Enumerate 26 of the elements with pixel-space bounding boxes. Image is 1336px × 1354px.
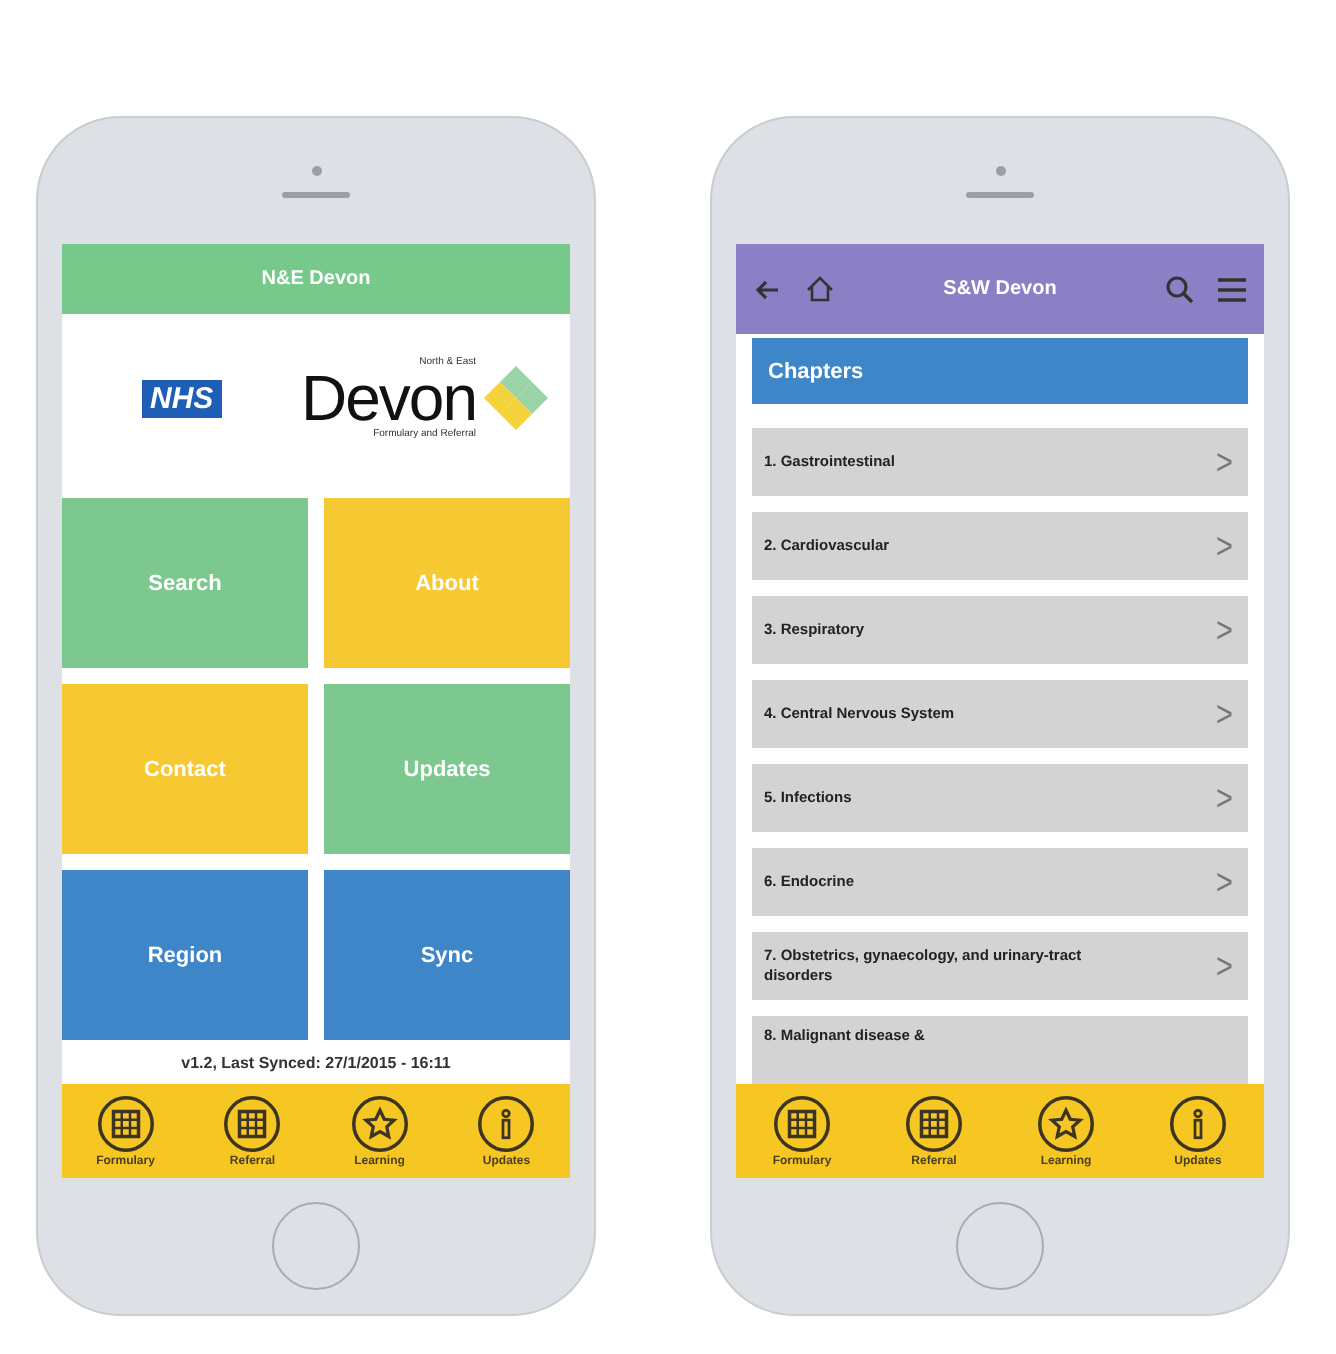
header-title: N&E Devon — [62, 244, 570, 314]
chevron-icon: > — [1217, 777, 1234, 819]
grid-icon — [904, 1094, 964, 1154]
grid-icon — [222, 1094, 283, 1154]
diamond-logo-icon — [482, 364, 550, 432]
chevron-icon: > — [1217, 861, 1234, 903]
info-icon — [1168, 1094, 1228, 1154]
chevron-icon: > — [1217, 609, 1234, 651]
nhs-logo: NHS — [142, 379, 222, 417]
menu-tile[interactable]: Region — [62, 870, 308, 1040]
header-title: S&W Devon — [941, 278, 1059, 300]
grid-icon — [95, 1094, 156, 1154]
speaker-icon — [282, 191, 350, 197]
menu-tile[interactable]: Sync — [324, 870, 570, 1040]
devon-logo-text: Devon — [301, 368, 476, 428]
section-heading: Chapters — [752, 338, 1248, 404]
chevron-icon: > — [1217, 525, 1234, 567]
chevron-icon: > — [1217, 693, 1234, 735]
chevron-icon: > — [1217, 945, 1234, 987]
chevron-icon: > — [1217, 441, 1234, 483]
speaker-icon — [966, 191, 1034, 197]
info-icon — [476, 1094, 537, 1154]
camera-icon — [995, 165, 1005, 175]
camera-icon — [311, 165, 321, 175]
sync-status: v1.2, Last Synced: 27/1/2015 - 16:11 — [179, 1052, 453, 1076]
grid-icon — [772, 1094, 832, 1154]
